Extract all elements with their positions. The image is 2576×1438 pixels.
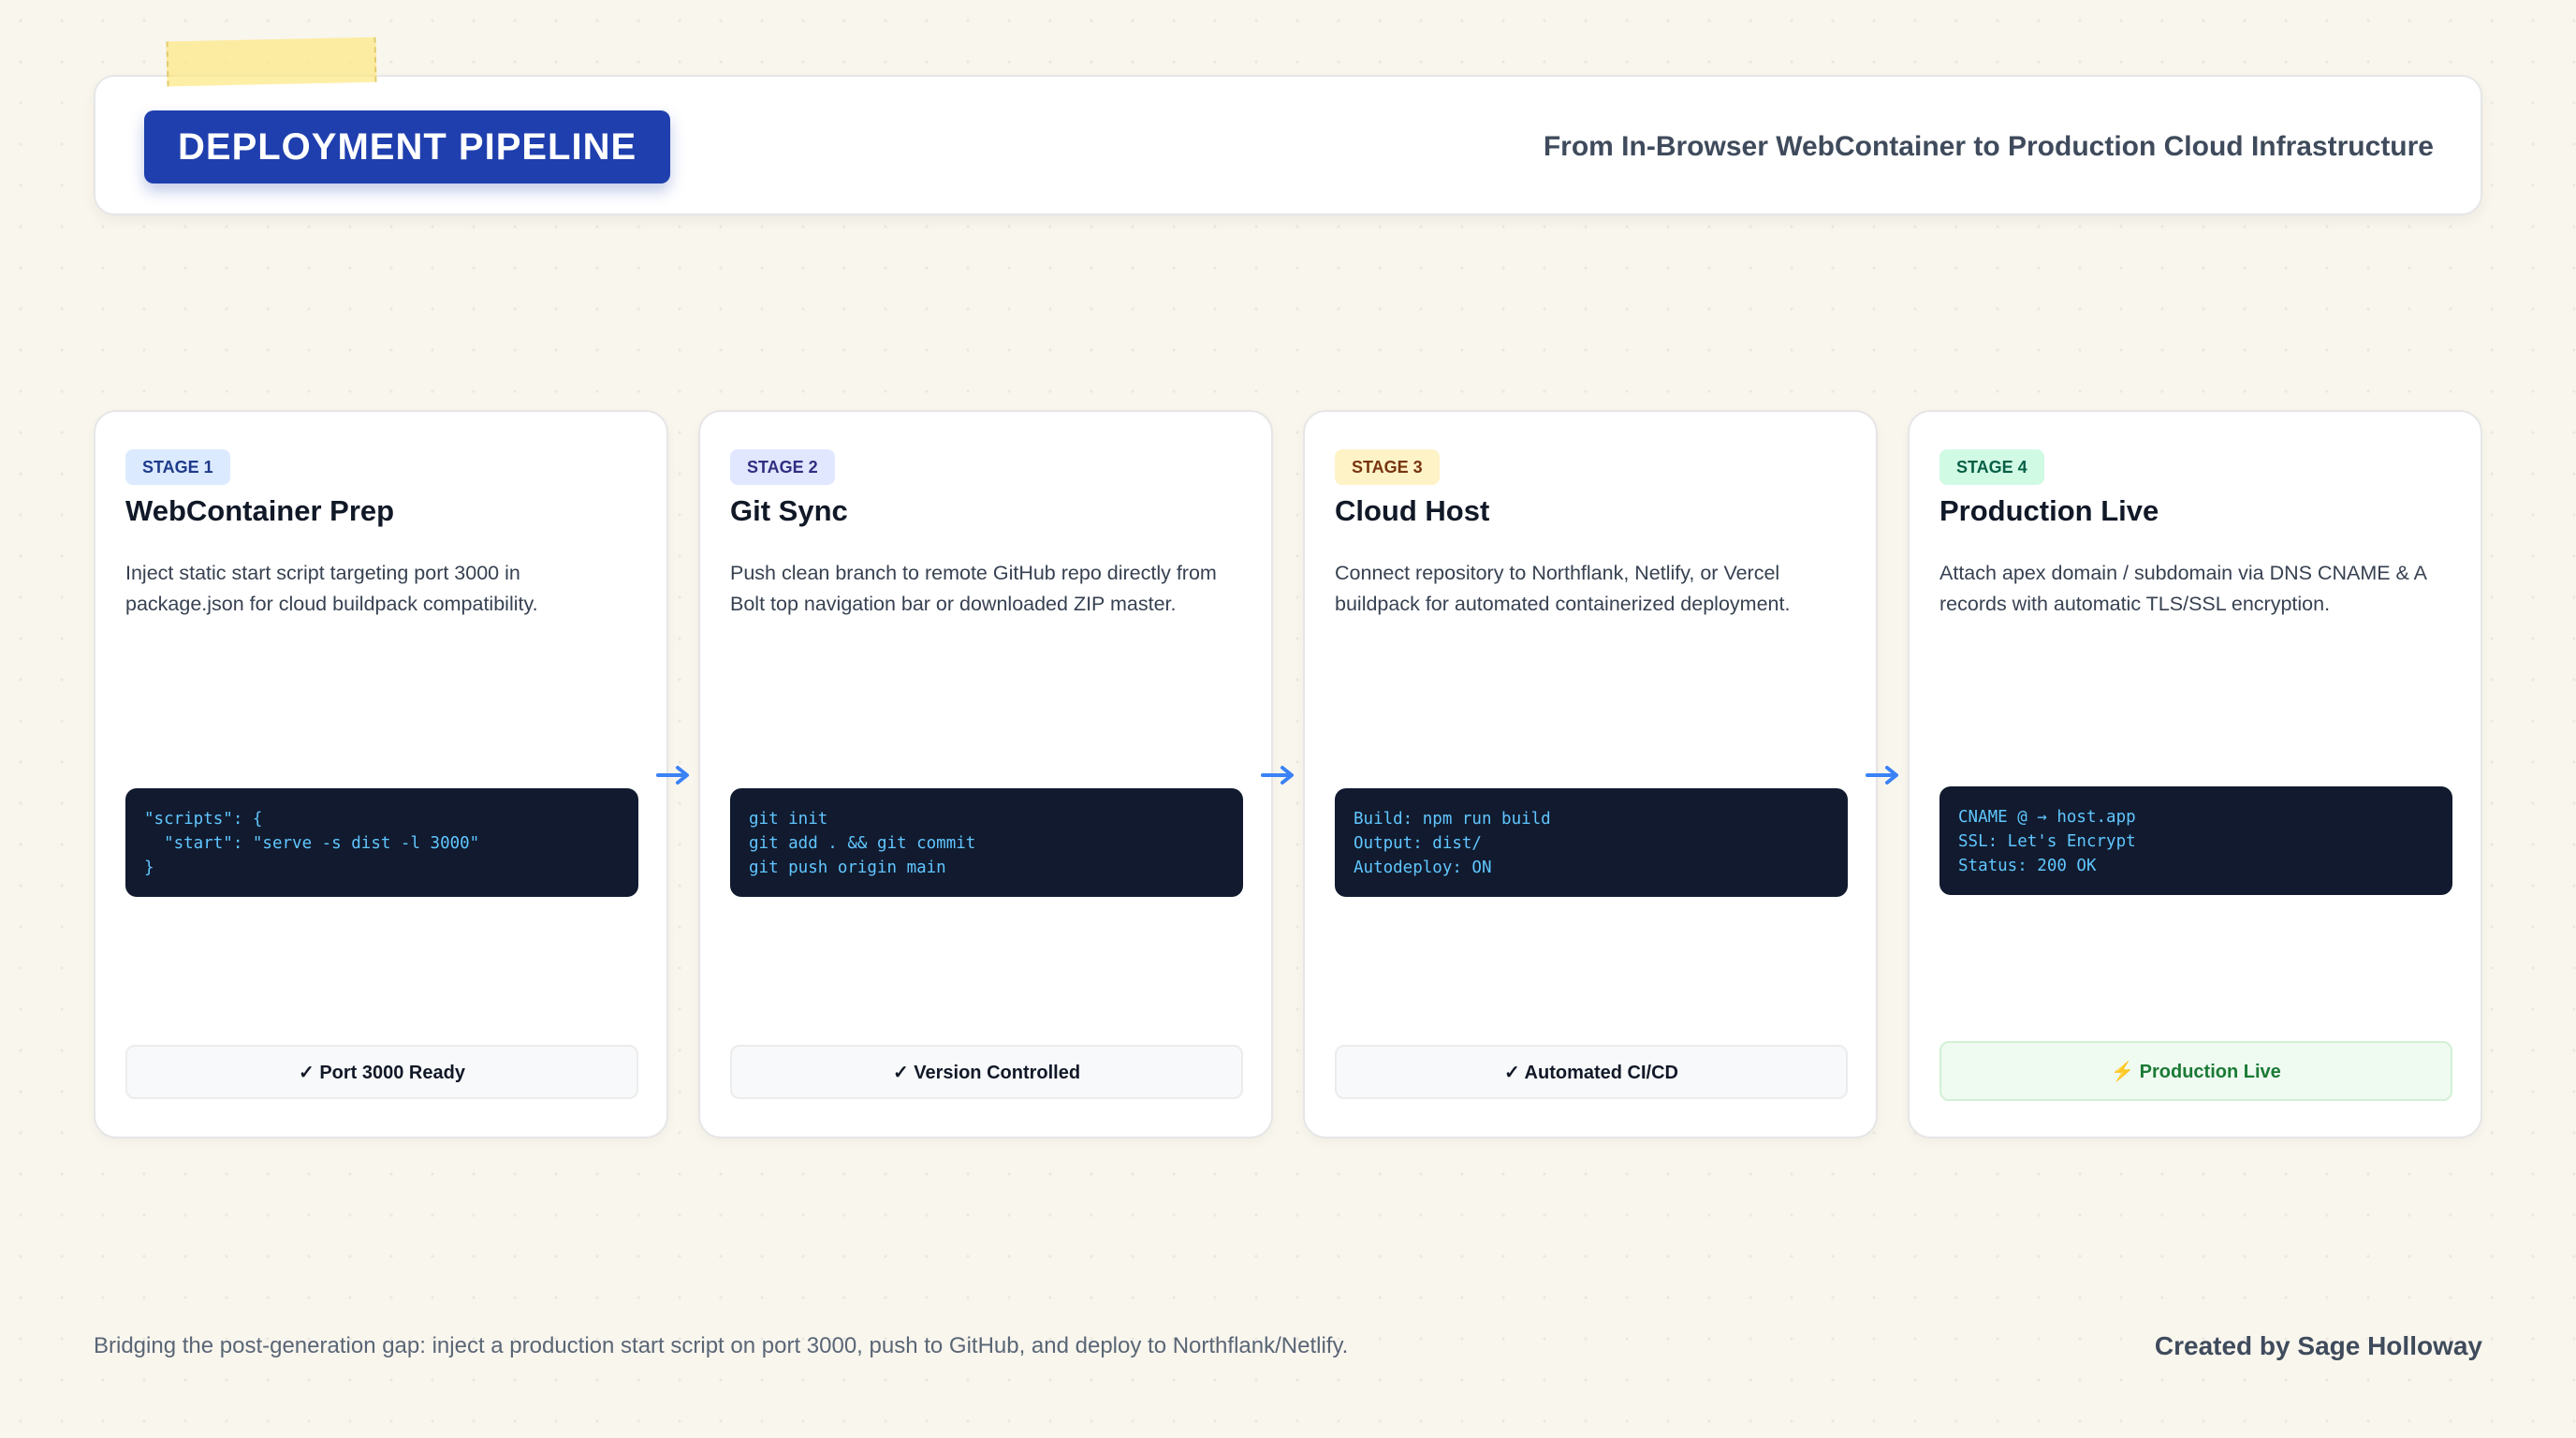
- code-line: git push origin main: [749, 858, 946, 877]
- stage-badge: STAGE 2: [730, 449, 835, 485]
- code-line: }: [144, 858, 154, 877]
- header-panel: DEPLOYMENT PIPELINE From In-Browser WebC…: [94, 75, 2482, 215]
- stage-badge: STAGE 4: [1939, 449, 2044, 485]
- footer-note: Bridging the post-generation gap: inject…: [94, 1333, 1349, 1358]
- status-badge: ✓ Automated CI/CD: [1335, 1045, 1848, 1099]
- code-block: CNAME @ → host.app SSL: Let's Encrypt Stat…: [1939, 786, 2452, 895]
- stage-title: Git Sync: [730, 494, 848, 527]
- stage-title: Production Live: [1939, 494, 2159, 527]
- code-block: "scripts": { "start": "serve -s dist -l …: [125, 788, 638, 897]
- code-line: "scripts": {: [144, 810, 263, 829]
- page-title: DEPLOYMENT PIPELINE: [144, 110, 671, 183]
- footer-credit: Created by Sage Holloway: [2154, 1331, 2482, 1360]
- code-line: Status: 200 OK: [1958, 857, 2097, 875]
- page-subtitle: From In-Browser WebContainer to Producti…: [1543, 131, 2434, 162]
- code-line: "start": "serve -s dist -l 3000": [144, 834, 480, 853]
- status-badge: ✓ Port 3000 Ready: [125, 1045, 638, 1099]
- code-line: SSL: Let's Encrypt: [1958, 832, 2136, 851]
- stage-description: Connect repository to Northflank, Netlif…: [1335, 562, 1791, 615]
- stage-card-1: STAGE 1 WebContainer Prep Inject static …: [94, 410, 668, 1138]
- code-line: Output: dist/: [1354, 834, 1482, 853]
- tape-decoration: [166, 37, 377, 87]
- stage-description: Inject static start script targeting por…: [125, 562, 538, 615]
- code-line: git add . && git commit: [749, 834, 976, 853]
- status-badge: ⚡ Production Live: [1939, 1041, 2452, 1101]
- code-line: git init: [749, 810, 828, 829]
- code-line: Autodeploy: ON: [1354, 858, 1492, 877]
- stage-card-3: STAGE 3 Cloud Host Connect repository to…: [1303, 410, 1878, 1138]
- arrow-right-icon: [1866, 766, 1898, 785]
- stage-title: Cloud Host: [1335, 494, 1490, 527]
- stage-badge: STAGE 1: [125, 449, 230, 485]
- code-line: CNAME @ → host.app: [1958, 808, 2136, 827]
- stage-card-4: STAGE 4 Production Live Attach apex doma…: [1908, 410, 2482, 1138]
- code-block: Build: npm run build Output: dist/Autodep…: [1335, 788, 1848, 897]
- stage-title: WebContainer Prep: [125, 494, 395, 527]
- code-block: git init git add . && git commit git push …: [730, 788, 1243, 897]
- arrow-right-icon: [1261, 766, 1294, 785]
- status-badge: ✓ Version Controlled: [730, 1045, 1243, 1099]
- arrow-right-icon: [656, 766, 689, 785]
- stage-card-2: STAGE 2 Git Sync Push clean branch to re…: [698, 410, 1273, 1138]
- code-line: Build: npm run build: [1354, 810, 1551, 829]
- stage-badge: STAGE 3: [1335, 449, 1440, 485]
- stage-description: Attach apex domain / subdomain via DNS C…: [1939, 562, 2426, 615]
- stage-description: Push clean branch to remote GitHub repo …: [730, 562, 1217, 615]
